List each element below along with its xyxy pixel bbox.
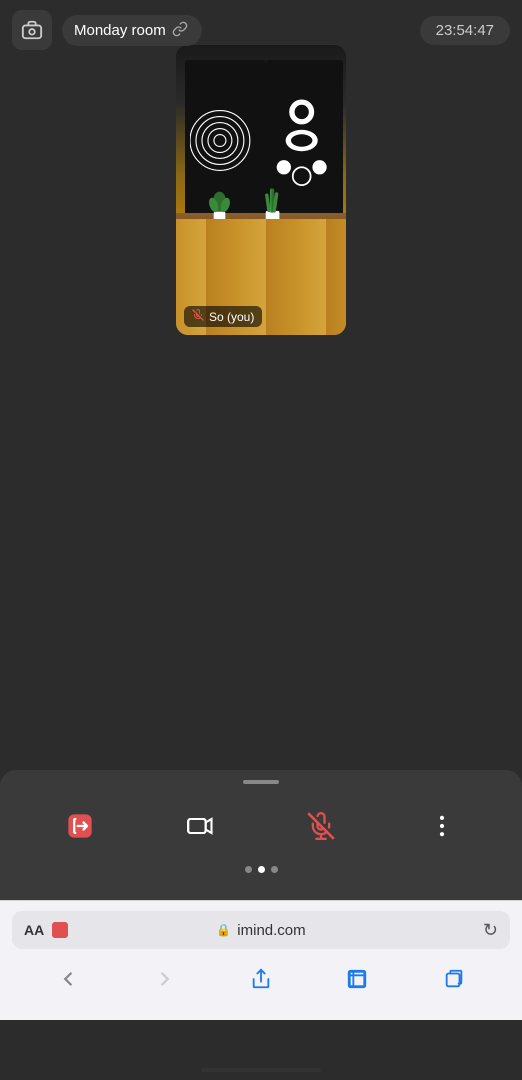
room-name-text: Monday room: [74, 22, 166, 39]
participant-tile: So (you): [176, 45, 346, 335]
url-left-controls: AA: [24, 922, 68, 938]
leave-button[interactable]: [54, 800, 106, 852]
font-size-control[interactable]: AA: [24, 922, 44, 938]
mic-toggle-button[interactable]: [295, 800, 347, 852]
bookmarks-button[interactable]: [339, 961, 375, 997]
recording-indicator: [52, 922, 68, 938]
top-bar: Monday room 23:54:47: [0, 0, 522, 60]
participant-badge: So (you): [184, 306, 262, 327]
more-options-button[interactable]: [416, 800, 468, 852]
video-container: So (you): [0, 60, 522, 320]
time-display: 23:54:47: [420, 16, 510, 45]
camera-switch-button[interactable]: [12, 10, 52, 50]
controls-row: [0, 800, 522, 852]
link-icon: [172, 21, 188, 40]
tabs-button[interactable]: [436, 961, 472, 997]
url-domain: imind.com: [237, 922, 305, 939]
dot-1: [245, 866, 252, 873]
browser-bar: AA 🔒 imind.com ↻: [0, 900, 522, 1020]
url-bar[interactable]: AA 🔒 imind.com ↻: [12, 911, 510, 949]
page-dots: [245, 866, 278, 873]
share-button[interactable]: [243, 961, 279, 997]
home-indicator: [201, 1068, 321, 1072]
forward-button: [147, 961, 183, 997]
video-area: So (you): [0, 60, 522, 320]
refresh-button[interactable]: ↻: [483, 920, 498, 941]
lock-icon: 🔒: [216, 923, 231, 937]
drag-handle[interactable]: [243, 780, 279, 784]
back-button[interactable]: [50, 961, 86, 997]
participant-name: So (you): [209, 310, 254, 324]
dot-3: [271, 866, 278, 873]
camera-toggle-button[interactable]: [175, 800, 227, 852]
room-image: [176, 45, 346, 335]
browser-nav: [0, 957, 522, 1001]
controls-area: [0, 770, 522, 900]
mic-muted-icon: [192, 309, 204, 324]
room-name-pill[interactable]: Monday room: [62, 15, 202, 46]
dot-2: [258, 866, 265, 873]
